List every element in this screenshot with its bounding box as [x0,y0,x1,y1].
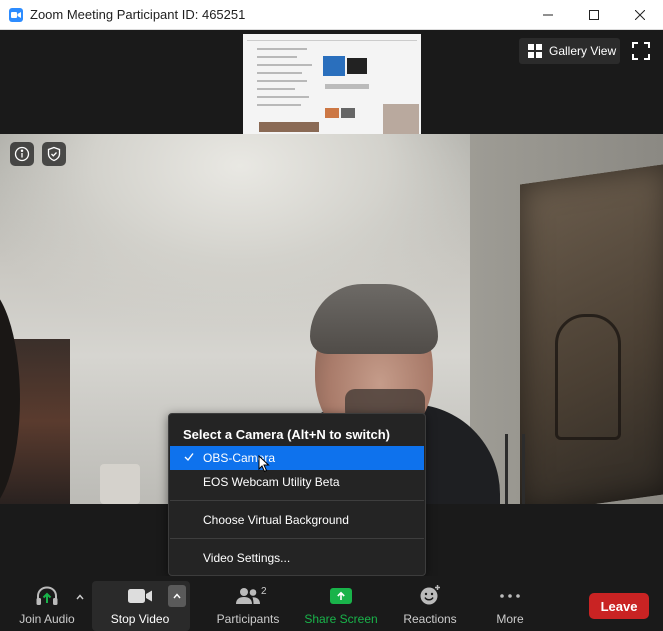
share-screen-button[interactable]: Share Screen [304,576,378,631]
reactions-button[interactable]: Reactions [396,576,464,631]
minimize-button[interactable] [525,0,571,30]
virtual-background-label: Choose Virtual Background [203,513,349,527]
participants-icon [236,588,260,604]
title-bar: Zoom Meeting Participant ID: 465251 [0,0,663,30]
mouse-cursor-icon [258,455,270,473]
maximize-icon [589,10,599,20]
camera-option-obs[interactable]: OBS-Camera [170,446,424,470]
reactions-label: Reactions [403,612,457,626]
camera-menu-title: Select a Camera (Alt+N to switch) [183,427,390,442]
fullscreen-icon [632,42,650,60]
audio-options-caret[interactable] [71,586,89,608]
chevron-up-icon [76,594,84,600]
share-screen-label: Share Screen [304,612,378,626]
camera-option-label: EOS Webcam Utility Beta [203,475,340,489]
top-strip: Gallery View [0,30,663,134]
maximize-button[interactable] [571,0,617,30]
menu-divider [170,500,424,501]
smiley-icon [420,585,440,605]
camera-option-eos[interactable]: EOS Webcam Utility Beta [170,470,424,494]
more-button[interactable]: More [490,576,530,631]
meeting-toolbar: Join Audio Stop Video 2 Participants Sha… [0,576,663,631]
headphones-icon [36,586,58,605]
close-icon [635,10,645,20]
leave-button[interactable]: Leave [589,593,649,619]
window-title: Zoom Meeting Participant ID: 465251 [30,7,246,22]
info-icon [14,146,30,162]
menu-divider [170,538,424,539]
gallery-view-button[interactable]: Gallery View [519,38,620,64]
participants-button[interactable]: 2 Participants [212,576,284,631]
choose-virtual-background-item[interactable]: Choose Virtual Background [170,508,424,532]
participants-label: Participants [216,612,280,626]
meeting-info-button[interactable] [10,142,34,166]
zoom-app-icon [9,7,23,22]
gallery-view-label: Gallery View [549,44,617,58]
camera-menu: Select a Camera (Alt+N to switch) OBS-Ca… [168,413,426,576]
video-options-caret[interactable] [168,585,186,607]
stop-video-button[interactable]: Stop Video [104,576,176,631]
more-label: More [496,612,524,626]
checkmark-icon [184,453,194,462]
minimize-icon [543,14,553,16]
participants-count: 2 [261,586,267,597]
security-button[interactable] [42,142,66,166]
video-camera-icon [128,589,152,603]
ellipsis-icon [500,594,520,598]
chevron-up-icon [173,593,181,599]
share-screen-icon [330,588,352,604]
gallery-grid-icon [528,44,542,58]
shield-icon [47,146,61,162]
join-audio-label: Join Audio [19,612,75,626]
fullscreen-button[interactable] [632,42,650,60]
video-settings-item[interactable]: Video Settings... [170,546,424,570]
stop-video-label: Stop Video [110,612,170,626]
close-button[interactable] [617,0,663,30]
video-settings-label: Video Settings... [203,551,291,565]
shared-screen-thumbnail[interactable] [243,34,421,134]
